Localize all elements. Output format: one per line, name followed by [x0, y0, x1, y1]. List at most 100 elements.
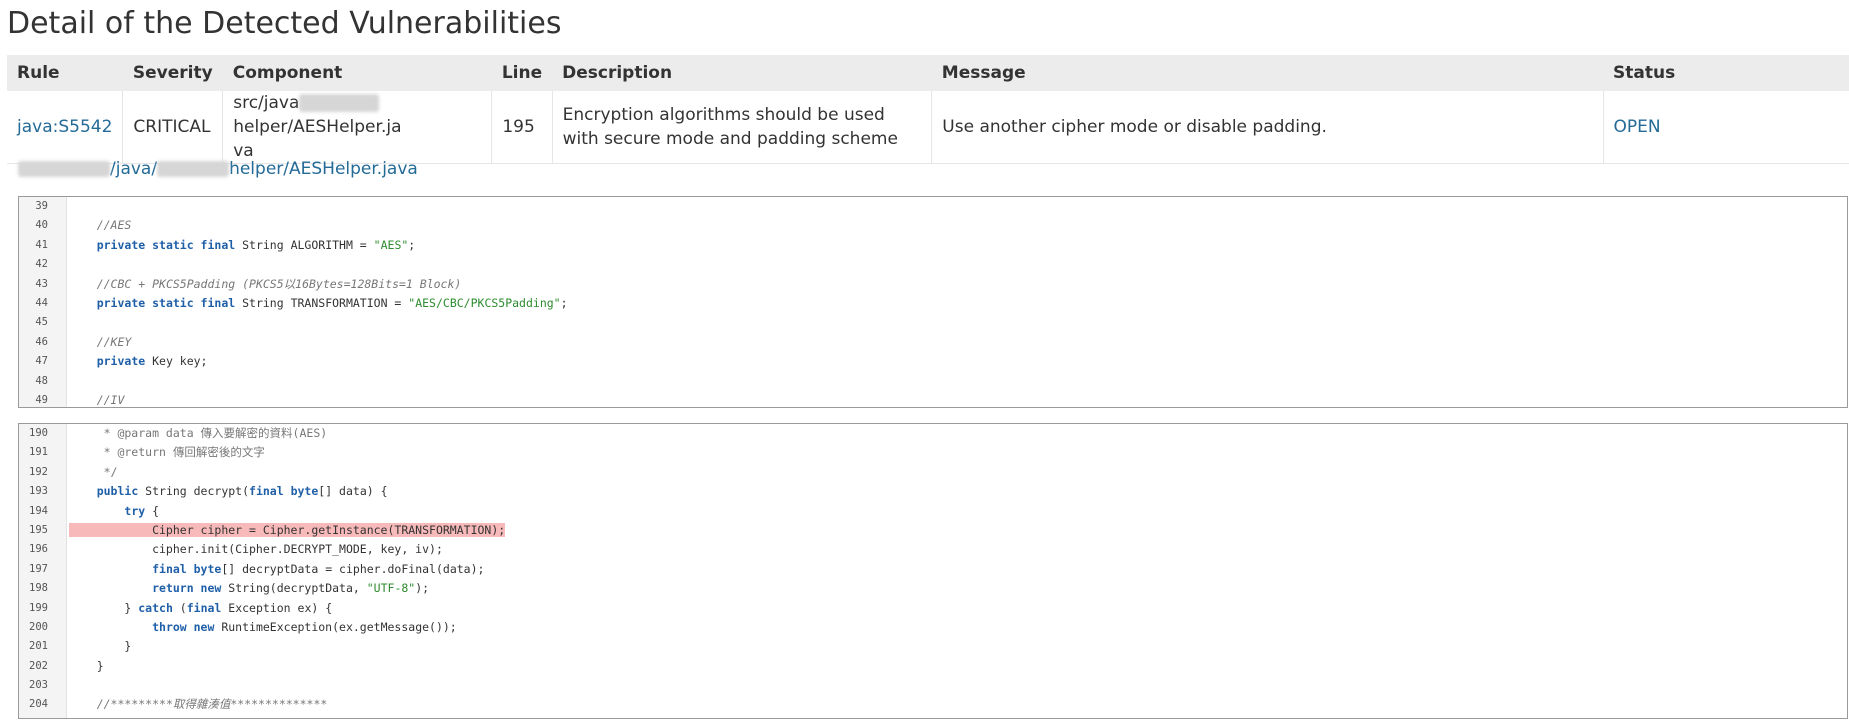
code-line: 198 return new String(decryptData, "UTF-… [19, 579, 1847, 598]
header-component[interactable]: Component [222, 55, 492, 91]
code-token: String decrypt( [138, 484, 250, 499]
code-token: } [69, 600, 139, 615]
code-text: cipher.init(Cipher.DECRYPT_MODE, key, iv… [69, 540, 443, 559]
header-message[interactable]: Message [931, 55, 1604, 91]
code-lines: 39 40 //AES 41 private static final String… [19, 197, 1847, 407]
code-token: ( [172, 600, 187, 615]
code-text: //IV [69, 391, 125, 407]
code-token: String TRANSFORMATION = [235, 295, 409, 310]
code-token: */ [69, 464, 118, 479]
code-token: //AES [96, 218, 132, 233]
code-line: 42 [19, 255, 1847, 274]
code-token: //*********取得雜湊值************** [96, 697, 328, 712]
file-path-link[interactable]: /java/helper/AESHelper.java [18, 157, 418, 181]
header-status[interactable]: Status [1603, 55, 1849, 91]
header-rule[interactable]: Rule [7, 55, 123, 91]
code-text: throw new RuntimeException(ex.getMessage… [69, 618, 457, 637]
code-line: 201 } [19, 637, 1847, 656]
line-number: 190 [29, 427, 48, 439]
component-suffix: helper/AESHelper.ja [233, 117, 402, 137]
status-link[interactable]: OPEN [1614, 117, 1661, 137]
code-token: catch [138, 600, 173, 615]
code-token: //CBC + PKCS5Padding (PKCS5以16Bytes=128B… [96, 276, 462, 291]
rule-link[interactable]: java:S5542 [17, 117, 112, 137]
code-token: * @return 傳回解密後的文字 [69, 445, 265, 460]
code-line: 204 //*********取得雜湊值************** [19, 695, 1847, 714]
code-line: 197 final byte[] decryptData = cipher.do… [19, 560, 1847, 579]
line-number: 195 [29, 523, 48, 536]
code-token: ); [415, 581, 430, 596]
code-text: return new String(decryptData, "UTF-8"); [69, 579, 429, 598]
page-title: Detail of the Detected Vulnerabilities [7, 6, 562, 41]
line-number: 202 [29, 659, 48, 672]
code-snippet: 190 * @param data 傳入要解密的資料(AES) 191 * @re… [18, 423, 1848, 719]
code-token: private static final [96, 237, 236, 252]
vulnerabilities-table: Rule Severity Component Line Description… [7, 55, 1849, 164]
line-number: 43 [35, 277, 48, 290]
path-segment-java: /java/ [110, 159, 158, 179]
code-token: } [69, 639, 132, 654]
line-number: 203 [29, 679, 48, 692]
code-text: Cipher cipher = Cipher.getInstance(TRANS… [69, 521, 506, 540]
code-text: public String decrypt(final byte[] data)… [69, 482, 388, 501]
code-line: 45 [19, 313, 1847, 332]
line-number: 44 [35, 296, 48, 309]
table-header-row: Rule Severity Component Line Description… [7, 55, 1849, 91]
header-description[interactable]: Description [552, 55, 932, 91]
code-token: throw new [152, 619, 215, 634]
code-line: 194 try { [19, 502, 1847, 521]
code-text: try { [69, 502, 159, 521]
header-line[interactable]: Line [491, 55, 553, 91]
line-number: 48 [35, 374, 48, 387]
code-text: private static final String TRANSFORMATI… [69, 294, 568, 313]
line-number: 191 [29, 446, 48, 459]
code-line: 202 } [19, 657, 1847, 676]
code-text: private static final String ALGORITHM = … [69, 236, 416, 255]
code-text: //KEY [69, 333, 132, 352]
code-token: [] data) { [318, 484, 388, 499]
path-segment-file: helper/AESHelper.java [229, 159, 418, 179]
code-token: String ALGORITHM = [235, 237, 374, 252]
line-number: 199 [29, 601, 48, 614]
code-text: * @return 傳回解密後的文字 [69, 443, 265, 462]
code-text: private Key key; [69, 352, 208, 371]
code-token: "UTF-8" [366, 581, 416, 596]
line-number: 39 [35, 200, 48, 212]
code-token: ; [560, 295, 568, 310]
severity-cell: CRITICAL [122, 91, 224, 164]
code-line: 46 //KEY [19, 333, 1847, 352]
code-token: private [96, 354, 146, 369]
code-text: //*********取得雜湊值************** [69, 695, 328, 714]
component-cell: src/javahelper/AESHelper.ja va [222, 91, 493, 164]
code-token: cipher.init(Cipher.DECRYPT_MODE, key, iv… [69, 542, 443, 557]
code-line: 192 */ [19, 463, 1847, 482]
code-text: } [69, 657, 104, 676]
code-text: */ [69, 463, 118, 482]
code-line: 190 * @param data 傳入要解密的資料(AES) [19, 424, 1847, 443]
code-token: "AES" [373, 237, 409, 252]
code-token: String(decryptData, [221, 581, 367, 596]
line-number: 200 [29, 620, 48, 633]
line-number: 196 [29, 543, 48, 556]
component-prefix: src/java [233, 93, 300, 113]
code-text: } catch (final Exception ex) { [69, 599, 332, 618]
status-cell: OPEN [1603, 91, 1849, 164]
code-line: 203 [19, 676, 1847, 695]
code-line: 49 //IV [19, 391, 1847, 407]
line-number: 47 [35, 355, 48, 368]
line-number: 45 [35, 316, 48, 329]
code-line: 196 cipher.init(Cipher.DECRYPT_MODE, key… [19, 540, 1847, 559]
code-token: } [69, 658, 104, 673]
header-severity[interactable]: Severity [122, 55, 223, 91]
description-cell: Encryption algorithms should be used wit… [552, 91, 933, 164]
code-text: final byte[] decryptData = cipher.doFina… [69, 560, 484, 579]
code-line: 200 throw new RuntimeException(ex.getMes… [19, 618, 1847, 637]
